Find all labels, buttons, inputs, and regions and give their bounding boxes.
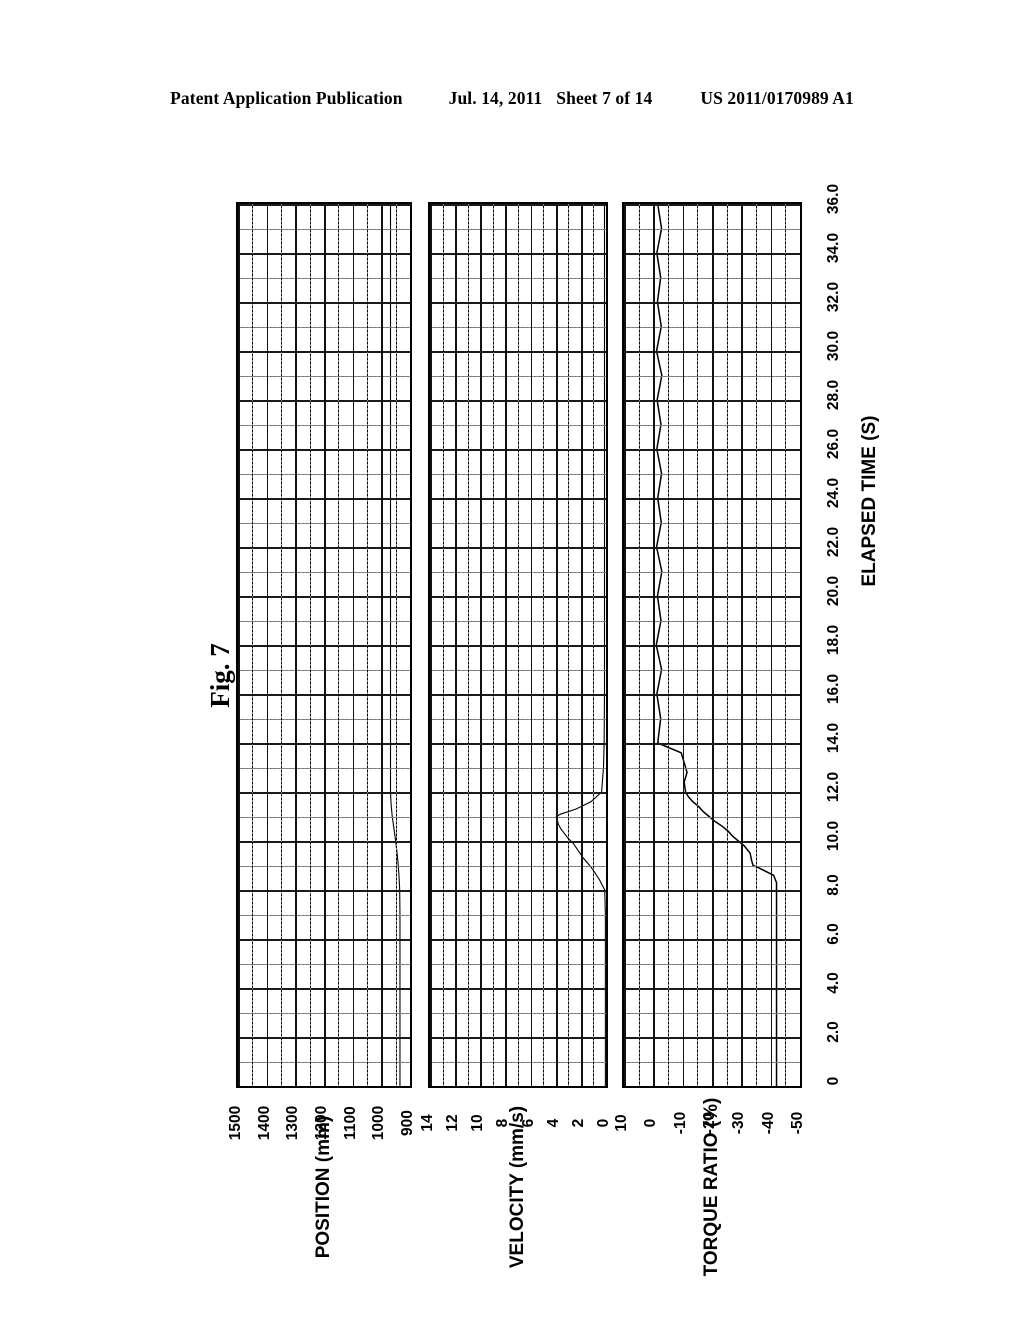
y-tick-label: -30 xyxy=(730,1111,748,1135)
gridline-major-vertical xyxy=(555,204,558,1086)
gridline-minor-vertical xyxy=(668,204,669,1086)
x-tick-label: 36.0 xyxy=(825,183,842,215)
y-tick-label: 2 xyxy=(569,1118,587,1128)
x-tick-label: 8.0 xyxy=(825,874,842,896)
y-tick-label: -40 xyxy=(759,1111,777,1135)
y-tick-label: 1400 xyxy=(255,1105,273,1141)
x-tick-label: 4.0 xyxy=(825,972,842,994)
gridline-minor-vertical xyxy=(442,204,444,1086)
x-tick-label: 10.0 xyxy=(825,820,842,852)
gridline-major-vertical xyxy=(712,204,714,1086)
chart-panel-torque xyxy=(622,202,802,1088)
y-tick-label: 4 xyxy=(544,1118,562,1128)
y-tick-label: 14 xyxy=(419,1114,436,1132)
position-axis-title: POSITION (mm) xyxy=(313,1115,334,1259)
x-tick-label: 20.0 xyxy=(825,575,842,607)
gridline-major-vertical xyxy=(682,204,685,1086)
gridline-minor-vertical xyxy=(492,204,494,1086)
x-tick-label: 2.0 xyxy=(825,1021,842,1043)
x-tick-label: 30.0 xyxy=(825,330,842,362)
y-tick-label: 1300 xyxy=(284,1105,302,1141)
gridline-minor-vertical xyxy=(338,204,340,1086)
gridline-minor-vertical xyxy=(756,204,757,1086)
gridline-minor-vertical xyxy=(568,204,570,1086)
gridline-minor-vertical xyxy=(367,204,368,1086)
gridline-minor-vertical xyxy=(726,204,728,1086)
figure-charts: 1500 1400 1300 12 0 0 1100 1000 900 POSITION (mm… xyxy=(0,0,1024,1320)
y-tick-label: 10 xyxy=(469,1114,487,1132)
gridline-major-vertical xyxy=(741,204,744,1086)
gridline-major-vertical xyxy=(266,204,269,1086)
y-tick-label: 1100 xyxy=(341,1106,359,1140)
gridline-major-vertical xyxy=(238,204,240,1086)
x-tick-label: 14.0 xyxy=(825,722,842,754)
gridline-minor-vertical xyxy=(593,204,595,1086)
y-tick-label: 1500 xyxy=(227,1105,244,1141)
x-tick-label: 16.0 xyxy=(825,673,842,705)
x-tick-label: 6.0 xyxy=(825,923,842,945)
gridline-major-vertical xyxy=(624,204,626,1086)
y-tick-label: 900 xyxy=(399,1110,416,1136)
x-tick-label: 22.0 xyxy=(825,526,842,558)
y-tick-label: -50 xyxy=(789,1111,806,1135)
x-tick-label: 28.0 xyxy=(825,379,842,411)
x-tick-label: 34.0 xyxy=(825,232,842,264)
gridline-major-vertical xyxy=(480,204,483,1086)
x-tick-label: 24.0 xyxy=(825,477,842,509)
gridline-minor-vertical xyxy=(252,204,254,1086)
elapsed-time-axis-title: ELAPSED TIME (S) xyxy=(859,415,880,587)
gridline-major-vertical xyxy=(606,204,608,1086)
y-tick-label: 12 xyxy=(444,1114,462,1132)
gridline-major-vertical xyxy=(295,204,298,1086)
gridline-minor-vertical xyxy=(543,204,545,1086)
gridline-minor-vertical xyxy=(638,204,640,1086)
patent-page: Patent Application Publication Jul. 14, … xyxy=(0,0,1024,1320)
gridline-minor-vertical xyxy=(309,204,311,1086)
gridline-major-vertical xyxy=(505,204,508,1086)
gridline-minor-vertical xyxy=(518,204,519,1086)
gridline-major-vertical xyxy=(530,204,533,1086)
gridline-major-vertical xyxy=(580,204,583,1086)
gridline-major-vertical xyxy=(770,204,773,1086)
y-tick-label: 1000 xyxy=(370,1105,388,1141)
gridline-major-vertical xyxy=(653,204,656,1086)
chart-panel-velocity xyxy=(428,202,608,1088)
x-tick-label: 0 xyxy=(825,1076,842,1086)
gridline-major-vertical xyxy=(381,204,384,1086)
torque-axis-title: TORQUE RATIO (%) xyxy=(701,1097,722,1277)
gridline-minor-vertical xyxy=(395,204,397,1086)
gridline-minor-vertical xyxy=(281,204,282,1086)
gridline-minor-vertical xyxy=(697,204,699,1086)
velocity-axis-title: VELOCITY (mm/s) xyxy=(507,1105,528,1269)
x-tick-label: 32.0 xyxy=(825,281,842,313)
gridline-major-vertical xyxy=(455,204,457,1086)
x-tick-label: 18.0 xyxy=(825,624,842,656)
x-tick-label: 26.0 xyxy=(825,428,842,460)
gridline-major-vertical xyxy=(324,204,326,1086)
y-tick-label: 10 xyxy=(613,1114,630,1132)
chart-panel-position xyxy=(236,202,412,1088)
x-tick-label: 12.0 xyxy=(825,771,842,803)
y-tick-label: -10 xyxy=(671,1111,689,1135)
y-tick-label: 0 xyxy=(595,1118,612,1128)
gridline-major-vertical xyxy=(410,204,412,1086)
gridline-major-vertical xyxy=(430,204,432,1086)
y-tick-label: 0 xyxy=(642,1118,660,1128)
gridline-major-vertical xyxy=(352,204,355,1086)
gridline-major-vertical xyxy=(800,204,802,1086)
gridline-minor-vertical xyxy=(467,204,469,1086)
gridline-minor-vertical xyxy=(785,204,787,1086)
